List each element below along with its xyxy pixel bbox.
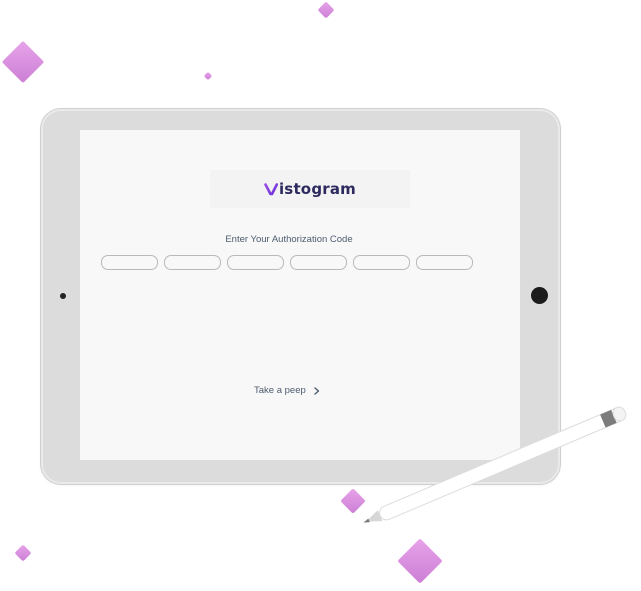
- decorative-diamond: [14, 544, 32, 562]
- auth-code-field-2[interactable]: [164, 255, 221, 270]
- auth-code-row: [101, 255, 473, 270]
- decorative-diamond: [203, 71, 213, 81]
- tablet-home-button: [531, 287, 548, 304]
- decorative-diamond: [397, 538, 443, 584]
- decorative-diamond: [317, 1, 335, 19]
- v-logo-icon: [264, 183, 278, 196]
- auth-code-field-1[interactable]: [101, 255, 158, 270]
- auth-prompt: Enter Your Authorization Code: [225, 234, 353, 245]
- auth-code-field-5[interactable]: [353, 255, 410, 270]
- auth-code-field-3[interactable]: [227, 255, 284, 270]
- chevron-right-icon: [314, 386, 319, 395]
- logo-container: istogram: [210, 170, 410, 208]
- decorative-diamond: [1, 40, 45, 84]
- app-logo: istogram: [264, 180, 356, 198]
- tablet-frame: istogram Enter Your Authorization Code T…: [41, 109, 560, 484]
- take-a-peep-link[interactable]: Take a peep: [254, 385, 320, 396]
- tablet-screen: istogram Enter Your Authorization Code T…: [80, 130, 520, 460]
- take-a-peep-label: Take a peep: [254, 385, 306, 396]
- tablet-camera: [60, 293, 66, 299]
- auth-code-field-4[interactable]: [290, 255, 347, 270]
- stage: istogram Enter Your Authorization Code T…: [0, 0, 641, 591]
- logo-text: istogram: [278, 180, 357, 198]
- auth-code-field-6[interactable]: [416, 255, 473, 270]
- decorative-diamond: [340, 488, 366, 514]
